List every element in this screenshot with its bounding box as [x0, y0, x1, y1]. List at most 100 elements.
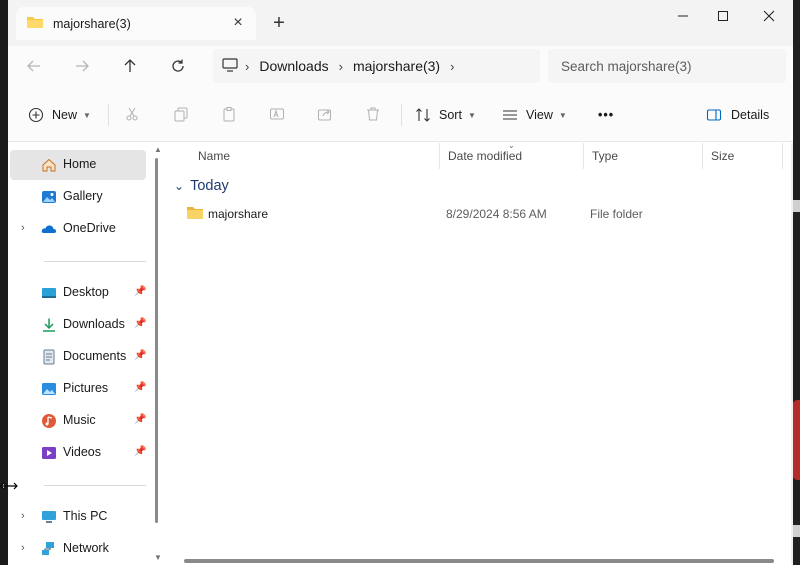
- minimize-button[interactable]: [671, 6, 695, 26]
- paste-icon[interactable]: [220, 105, 238, 123]
- view-label: View: [526, 108, 553, 122]
- network-icon: [41, 541, 57, 557]
- sort-button[interactable]: Sort ▼: [415, 104, 476, 126]
- sidebar-item-this-pc[interactable]: › This PC: [10, 502, 146, 532]
- tab-title: majorshare(3): [53, 16, 131, 31]
- music-icon: [41, 413, 57, 429]
- sidebar-item-gallery[interactable]: Gallery: [10, 182, 146, 212]
- back-button[interactable]: [22, 54, 46, 78]
- tab-majorshare[interactable]: majorshare(3) ×: [16, 7, 256, 40]
- horizontal-scrollbar[interactable]: [184, 559, 774, 563]
- cut-icon[interactable]: [123, 105, 141, 123]
- desktop-fragment: [793, 525, 800, 537]
- resize-cursor-icon: [0, 480, 18, 492]
- search-input[interactable]: Search majorshare(3): [548, 49, 786, 83]
- details-label: Details: [731, 108, 770, 122]
- chevron-down-icon: ▼: [558, 110, 567, 120]
- divider: [44, 261, 146, 262]
- scroll-up-icon[interactable]: ▲: [154, 145, 162, 154]
- documents-icon: [41, 349, 57, 365]
- maximize-icon: [718, 11, 728, 21]
- sidebar-item-label: Desktop: [63, 285, 109, 299]
- breadcrumb-item-downloads[interactable]: Downloads: [259, 58, 328, 74]
- sidebar-item-home[interactable]: Home: [10, 150, 146, 180]
- more-icon: •••: [598, 108, 615, 122]
- details-button[interactable]: Details: [706, 104, 769, 126]
- navigation-pane: Home Gallery › OneDrive Desktop 📌 Downlo…: [8, 143, 156, 565]
- desktop-background-edge: [792, 0, 800, 565]
- sidebar-item-label: Gallery: [63, 189, 103, 203]
- file-list: Name ⌄ Date modified Type Size ⌄ Today m…: [164, 141, 793, 565]
- pin-icon[interactable]: 📌: [134, 382, 146, 393]
- videos-icon: [41, 445, 57, 461]
- close-window-button[interactable]: [757, 6, 781, 26]
- group-header-today[interactable]: ⌄ Today: [174, 178, 229, 194]
- folder-icon: [186, 205, 204, 223]
- file-name: majorshare: [208, 207, 269, 221]
- new-tab-button[interactable]: +: [270, 13, 288, 33]
- sidebar-item-label: Downloads: [63, 317, 125, 331]
- more-options-button[interactable]: •••: [598, 104, 614, 126]
- desktop-icon: [41, 285, 57, 301]
- group-label: Today: [190, 178, 229, 194]
- sidebar-item-label: OneDrive: [63, 221, 116, 235]
- sidebar-item-label: Videos: [63, 445, 101, 459]
- column-header-size[interactable]: Size: [703, 143, 783, 169]
- sidebar-item-downloads[interactable]: Downloads 📌: [10, 310, 146, 340]
- up-arrow-icon: [124, 59, 136, 72]
- sort-label: Sort: [439, 108, 462, 122]
- title-bar: majorshare(3) × +: [8, 0, 793, 46]
- desktop-wallpaper-fragment: [792, 400, 800, 480]
- chevron-right-icon[interactable]: ›: [21, 542, 25, 554]
- downloads-icon: [41, 317, 57, 333]
- pin-icon[interactable]: 📌: [134, 318, 146, 329]
- chevron-down-icon: ▼: [83, 110, 91, 120]
- chevron-down-icon: ▼: [467, 110, 476, 120]
- view-button[interactable]: View ▼: [502, 104, 567, 126]
- chevron-right-icon[interactable]: ›: [339, 59, 343, 74]
- sidebar-item-videos[interactable]: Videos 📌: [10, 438, 146, 468]
- pin-icon[interactable]: 📌: [134, 414, 146, 425]
- delete-icon[interactable]: [364, 105, 382, 123]
- chevron-right-icon[interactable]: ›: [450, 59, 454, 74]
- share-icon[interactable]: [316, 105, 334, 123]
- copy-icon[interactable]: [172, 105, 190, 123]
- pin-icon[interactable]: 📌: [134, 350, 146, 361]
- column-header-date-modified[interactable]: Date modified: [440, 143, 584, 169]
- maximize-button[interactable]: [711, 6, 735, 26]
- column-header-type[interactable]: Type: [584, 143, 703, 169]
- close-icon: [763, 10, 775, 22]
- divider: [401, 104, 402, 126]
- new-button[interactable]: New ▼: [28, 104, 91, 126]
- rename-icon[interactable]: [268, 105, 286, 123]
- breadcrumb[interactable]: › Downloads › majorshare(3) ›: [213, 49, 540, 83]
- close-tab-icon[interactable]: ×: [230, 15, 246, 31]
- sidebar-item-pictures[interactable]: Pictures 📌: [10, 374, 146, 404]
- column-header-name[interactable]: Name: [190, 143, 440, 169]
- breadcrumb-item-current[interactable]: majorshare(3): [353, 58, 440, 74]
- scrollbar-thumb[interactable]: [155, 158, 158, 523]
- scroll-down-icon[interactable]: ▼: [154, 553, 162, 562]
- chevron-right-icon[interactable]: ›: [245, 59, 249, 74]
- gallery-icon: [41, 189, 57, 205]
- up-button[interactable]: [118, 54, 142, 78]
- sidebar-item-desktop[interactable]: Desktop 📌: [10, 278, 146, 308]
- sidebar-item-documents[interactable]: Documents 📌: [10, 342, 146, 372]
- forward-arrow-icon: [76, 60, 89, 72]
- table-row[interactable]: majorshare 8/29/2024 8:56 AM File folder: [180, 202, 780, 226]
- this-pc-icon[interactable]: [221, 57, 239, 76]
- sidebar-scrollbar[interactable]: ▲ ▼: [154, 143, 162, 565]
- pin-icon[interactable]: 📌: [134, 286, 146, 297]
- sidebar-item-onedrive[interactable]: › OneDrive: [10, 214, 146, 244]
- chevron-right-icon[interactable]: ›: [21, 222, 25, 234]
- this-pc-icon: [41, 509, 57, 525]
- file-type: File folder: [590, 207, 643, 221]
- pin-icon[interactable]: 📌: [134, 446, 146, 457]
- sidebar-item-music[interactable]: Music 📌: [10, 406, 146, 436]
- refresh-button[interactable]: [166, 54, 190, 78]
- forward-button[interactable]: [70, 54, 94, 78]
- back-arrow-icon: [27, 60, 40, 72]
- sidebar-item-network[interactable]: › Network: [10, 534, 146, 564]
- chevron-down-icon[interactable]: ⌄: [174, 179, 184, 193]
- chevron-right-icon[interactable]: ›: [21, 510, 25, 522]
